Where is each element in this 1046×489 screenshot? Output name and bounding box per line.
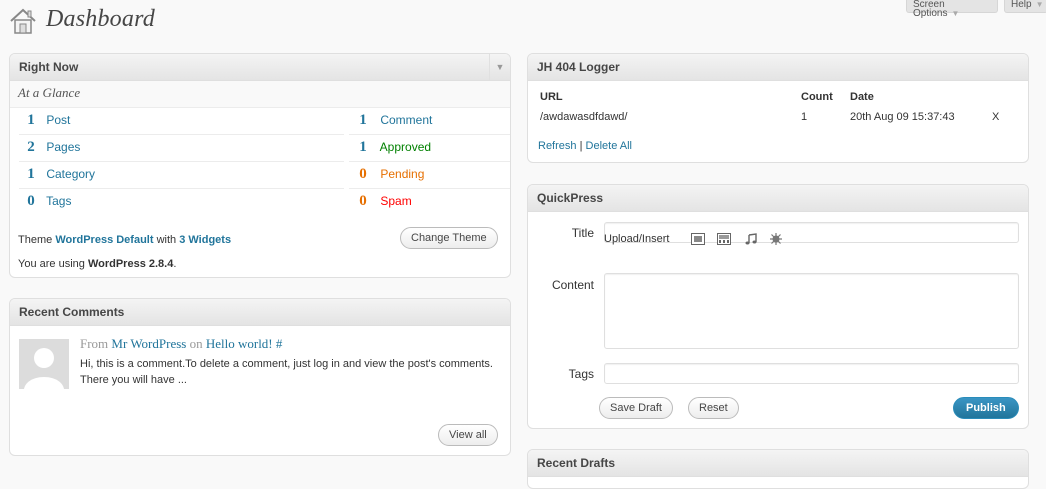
- recent-comments-widget: Recent Comments From Mr WordPress on Hel…: [9, 298, 511, 456]
- column-header-date: Date: [850, 91, 874, 103]
- quickpress-header[interactable]: QuickPress: [528, 185, 1028, 212]
- delete-all-link[interactable]: Delete All: [586, 140, 632, 152]
- publish-button[interactable]: Publish: [953, 397, 1019, 419]
- add-media-icon[interactable]: [769, 233, 783, 245]
- reset-button[interactable]: Reset: [688, 397, 739, 419]
- right-now-title: Right Now: [19, 60, 79, 74]
- quickpress-title: QuickPress: [537, 191, 604, 205]
- right-now-row: 0 Tags 0 Spam: [19, 188, 510, 214]
- default-avatar-icon: [19, 339, 69, 389]
- theme-info: Theme WordPress Default with 3 Widgets: [18, 234, 231, 246]
- version-prefix: You are using: [18, 258, 85, 270]
- title-label: Title: [571, 226, 594, 240]
- version-name: WordPress 2.8.4: [87, 258, 174, 270]
- quickpress-widget: QuickPress Title Upload/Insert Content T…: [527, 184, 1029, 429]
- widgets-link[interactable]: 3 Widgets: [179, 234, 231, 246]
- comment-post-link[interactable]: Hello world!: [206, 336, 273, 351]
- pending-count[interactable]: 0: [349, 162, 377, 186]
- spam-count[interactable]: 0: [349, 189, 377, 213]
- column-header-count: Count: [801, 91, 833, 103]
- add-audio-icon[interactable]: [744, 233, 758, 245]
- dashboard-house-icon: [10, 8, 36, 34]
- spam-link[interactable]: Spam: [380, 194, 411, 208]
- recent-drafts-header[interactable]: Recent Drafts: [528, 450, 1028, 477]
- comment-excerpt: Hi, this is a comment.To delete a commen…: [80, 358, 493, 386]
- screen-options-label: Screen Options: [913, 0, 948, 19]
- help-label: Help: [1011, 0, 1032, 10]
- add-image-icon[interactable]: [691, 233, 705, 245]
- theme-name-link[interactable]: WordPress Default: [55, 234, 153, 246]
- logger-widget: JH 404 Logger URL Count Date /awdawasdfd…: [527, 53, 1029, 163]
- tags-count[interactable]: 0: [19, 189, 43, 213]
- logger-header[interactable]: JH 404 Logger: [528, 54, 1028, 81]
- view-all-comments-button[interactable]: View all: [438, 424, 498, 446]
- pending-link[interactable]: Pending: [380, 167, 424, 181]
- categories-link[interactable]: Category: [46, 167, 95, 181]
- page-title: Dashboard: [46, 6, 155, 32]
- recent-comments-header[interactable]: Recent Comments: [10, 299, 510, 326]
- column-header-url: URL: [540, 91, 563, 103]
- recent-drafts-widget: Recent Drafts: [527, 449, 1029, 489]
- logger-title: JH 404 Logger: [537, 60, 620, 74]
- log-count-cell: 1: [801, 111, 808, 123]
- pages-link[interactable]: Pages: [46, 140, 80, 154]
- comments-count[interactable]: 1: [349, 108, 377, 132]
- pages-count[interactable]: 2: [19, 135, 43, 159]
- upload-insert-label: Upload/Insert: [604, 233, 670, 245]
- right-now-row: 1 Category 0 Pending: [19, 161, 510, 187]
- approved-count[interactable]: 1: [349, 135, 377, 159]
- recent-comments-title: Recent Comments: [19, 305, 125, 319]
- version-suffix: .: [173, 258, 177, 270]
- add-video-icon[interactable]: [717, 233, 731, 245]
- comment-author-link[interactable]: Mr WordPress: [111, 336, 186, 351]
- right-now-widget: Right Now ▼ At a Glance 1 Post 1 Comment…: [9, 53, 511, 278]
- content-label: Content: [551, 278, 594, 292]
- change-theme-button[interactable]: Change Theme: [400, 227, 498, 249]
- theme-prefix: Theme: [18, 234, 53, 246]
- right-now-row: 2 Pages 1 Approved: [19, 134, 510, 160]
- comment-meta: From Mr WordPress on Hello world! #: [80, 336, 282, 352]
- categories-count[interactable]: 1: [19, 162, 43, 186]
- right-now-header[interactable]: Right Now ▼: [10, 54, 510, 81]
- help-button[interactable]: Help ▼: [1004, 0, 1046, 13]
- from-label: From: [80, 336, 109, 351]
- posts-link[interactable]: Post: [46, 113, 70, 127]
- widget-toggle-icon[interactable]: ▼: [489, 54, 510, 80]
- comment-permalink[interactable]: #: [276, 336, 283, 351]
- tags-label: Tags: [568, 367, 594, 381]
- theme-with-text: with: [156, 234, 177, 246]
- right-now-row: 1 Post 1 Comment: [19, 108, 509, 134]
- chevron-down-icon: ▼: [951, 9, 960, 18]
- on-label: on: [189, 336, 203, 351]
- chevron-down-icon: ▼: [1035, 0, 1044, 9]
- save-draft-button[interactable]: Save Draft: [599, 397, 673, 419]
- screen-options-button[interactable]: Screen Options ▼: [906, 0, 998, 19]
- delete-log-entry-link[interactable]: X: [992, 111, 999, 123]
- approved-link[interactable]: Approved: [380, 140, 431, 154]
- comments-link[interactable]: Comment: [380, 113, 432, 127]
- posts-count[interactable]: 1: [19, 108, 43, 132]
- tags-link[interactable]: Tags: [46, 194, 71, 208]
- version-info: You are using WordPress 2.8.4.: [18, 258, 176, 270]
- log-date-cell: 20th Aug 09 15:37:43: [850, 111, 955, 123]
- content-textarea[interactable]: [604, 273, 1019, 349]
- refresh-link[interactable]: Refresh: [538, 140, 577, 152]
- avatar: [19, 339, 69, 389]
- log-url-cell: /awdawasdfdawd/: [540, 111, 628, 123]
- action-separator: |: [579, 140, 583, 152]
- logger-actions: Refresh | Delete All: [538, 140, 632, 152]
- tags-input[interactable]: [604, 363, 1019, 384]
- at-a-glance-subtitle: At a Glance: [10, 81, 510, 108]
